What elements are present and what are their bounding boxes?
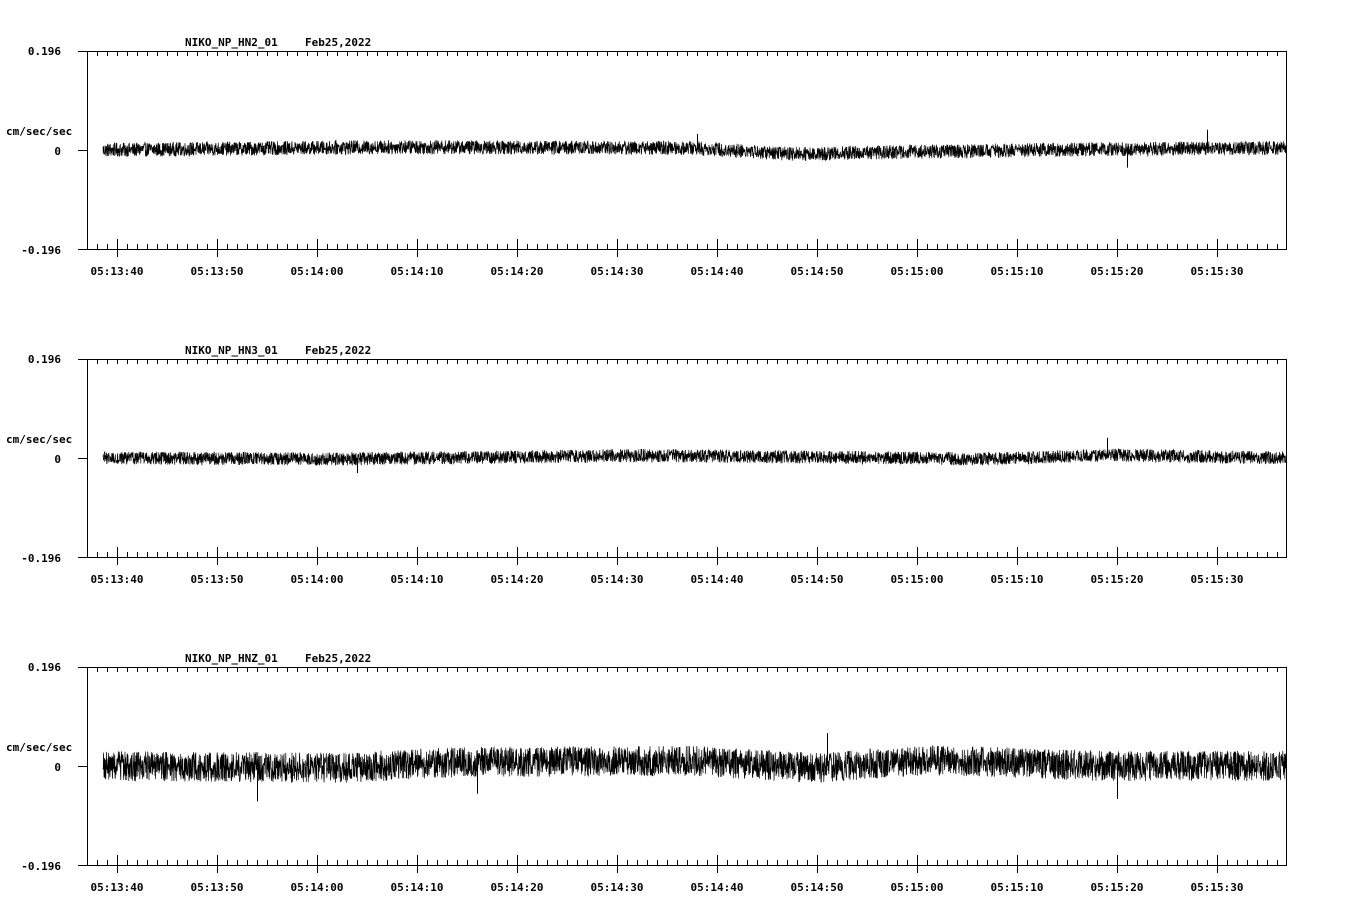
x-tick-label: 05:15:20 — [1091, 265, 1144, 278]
x-tick-label: 05:14:30 — [591, 573, 644, 586]
x-tick-label: 05:14:30 — [591, 265, 644, 278]
x-tick-label: 05:13:50 — [191, 881, 244, 894]
y-axis-label: cm/sec/sec — [6, 125, 72, 138]
chart-date: Feb25,2022 — [305, 36, 371, 49]
x-tick-label: 05:13:50 — [191, 265, 244, 278]
x-tick-label: 05:14:40 — [691, 573, 744, 586]
chart-title: NIKO_NP_HN3_01 — [185, 344, 278, 357]
x-tick-label: 05:13:40 — [91, 265, 144, 278]
chart-panel: NIKO_NP_HNZ_01 Feb25,2022 0.196 0 -0.196 cm/s… — [6, 652, 1287, 894]
y-tick-label: -0.196 — [21, 244, 61, 257]
x-tick-label: 05:13:40 — [91, 881, 144, 894]
seismic-trace — [102, 447, 1287, 466]
x-tick-label: 05:15:30 — [1191, 265, 1244, 278]
x-tick-label: 05:14:00 — [291, 573, 344, 586]
chart-title: NIKO_NP_HN2_01 — [185, 36, 278, 49]
y-tick-label: 0.196 — [28, 353, 61, 366]
seismogram-figure: NIKO_NP_HN2_01 Feb25,2022 0.196 0 -0.196 cm/s… — [6, 36, 1287, 894]
y-tick-label: -0.196 — [21, 860, 61, 873]
x-tick-label: 05:15:00 — [891, 265, 944, 278]
y-tick-label: 0 — [54, 761, 61, 774]
y-tick-label: 0.196 — [28, 45, 61, 58]
x-tick-label: 05:14:20 — [491, 573, 544, 586]
x-tick-label: 05:13:40 — [91, 573, 144, 586]
y-tick-label: 0.196 — [28, 661, 61, 674]
x-tick-label: 05:14:50 — [791, 881, 844, 894]
seismic-trace — [102, 745, 1287, 783]
x-tick-label: 05:14:10 — [391, 265, 444, 278]
x-tick-label: 05:14:20 — [491, 265, 544, 278]
chart-title: NIKO_NP_HNZ_01 — [185, 652, 278, 665]
x-tick-label: 05:14:10 — [391, 881, 444, 894]
x-tick-label: 05:14:20 — [491, 881, 544, 894]
seismic-trace — [102, 139, 1287, 161]
x-tick-label: 05:14:30 — [591, 881, 644, 894]
x-tick-label: 05:15:10 — [991, 265, 1044, 278]
x-tick-label: 05:15:20 — [1091, 573, 1144, 586]
x-tick-label: 05:14:00 — [291, 265, 344, 278]
x-tick-label: 05:14:50 — [791, 573, 844, 586]
y-tick-label: -0.196 — [21, 552, 61, 565]
chart-date: Feb25,2022 — [305, 652, 371, 665]
x-tick-label: 05:15:30 — [1191, 881, 1244, 894]
y-axis-label: cm/sec/sec — [6, 433, 72, 446]
y-axis-label: cm/sec/sec — [6, 741, 72, 754]
x-tick-label: 05:15:10 — [991, 881, 1044, 894]
x-tick-label: 05:13:50 — [191, 573, 244, 586]
plot-frame — [87, 51, 1287, 250]
x-tick-label: 05:14:40 — [691, 881, 744, 894]
y-tick-label: 0 — [54, 145, 61, 158]
x-tick-label: 05:15:10 — [991, 573, 1044, 586]
x-tick-label: 05:14:00 — [291, 881, 344, 894]
chart-date: Feb25,2022 — [305, 344, 371, 357]
chart-panel: NIKO_NP_HN3_01 Feb25,2022 0.196 0 -0.196 cm/s… — [6, 344, 1287, 586]
x-tick-label: 05:14:50 — [791, 265, 844, 278]
x-tick-label: 05:14:10 — [391, 573, 444, 586]
x-tick-label: 05:15:00 — [891, 573, 944, 586]
x-tick-label: 05:15:00 — [891, 881, 944, 894]
chart-panel: NIKO_NP_HN2_01 Feb25,2022 0.196 0 -0.196 cm/s… — [6, 36, 1287, 278]
x-tick-label: 05:15:20 — [1091, 881, 1144, 894]
x-tick-label: 05:15:30 — [1191, 573, 1244, 586]
x-tick-label: 05:14:40 — [691, 265, 744, 278]
y-tick-label: 0 — [54, 453, 61, 466]
